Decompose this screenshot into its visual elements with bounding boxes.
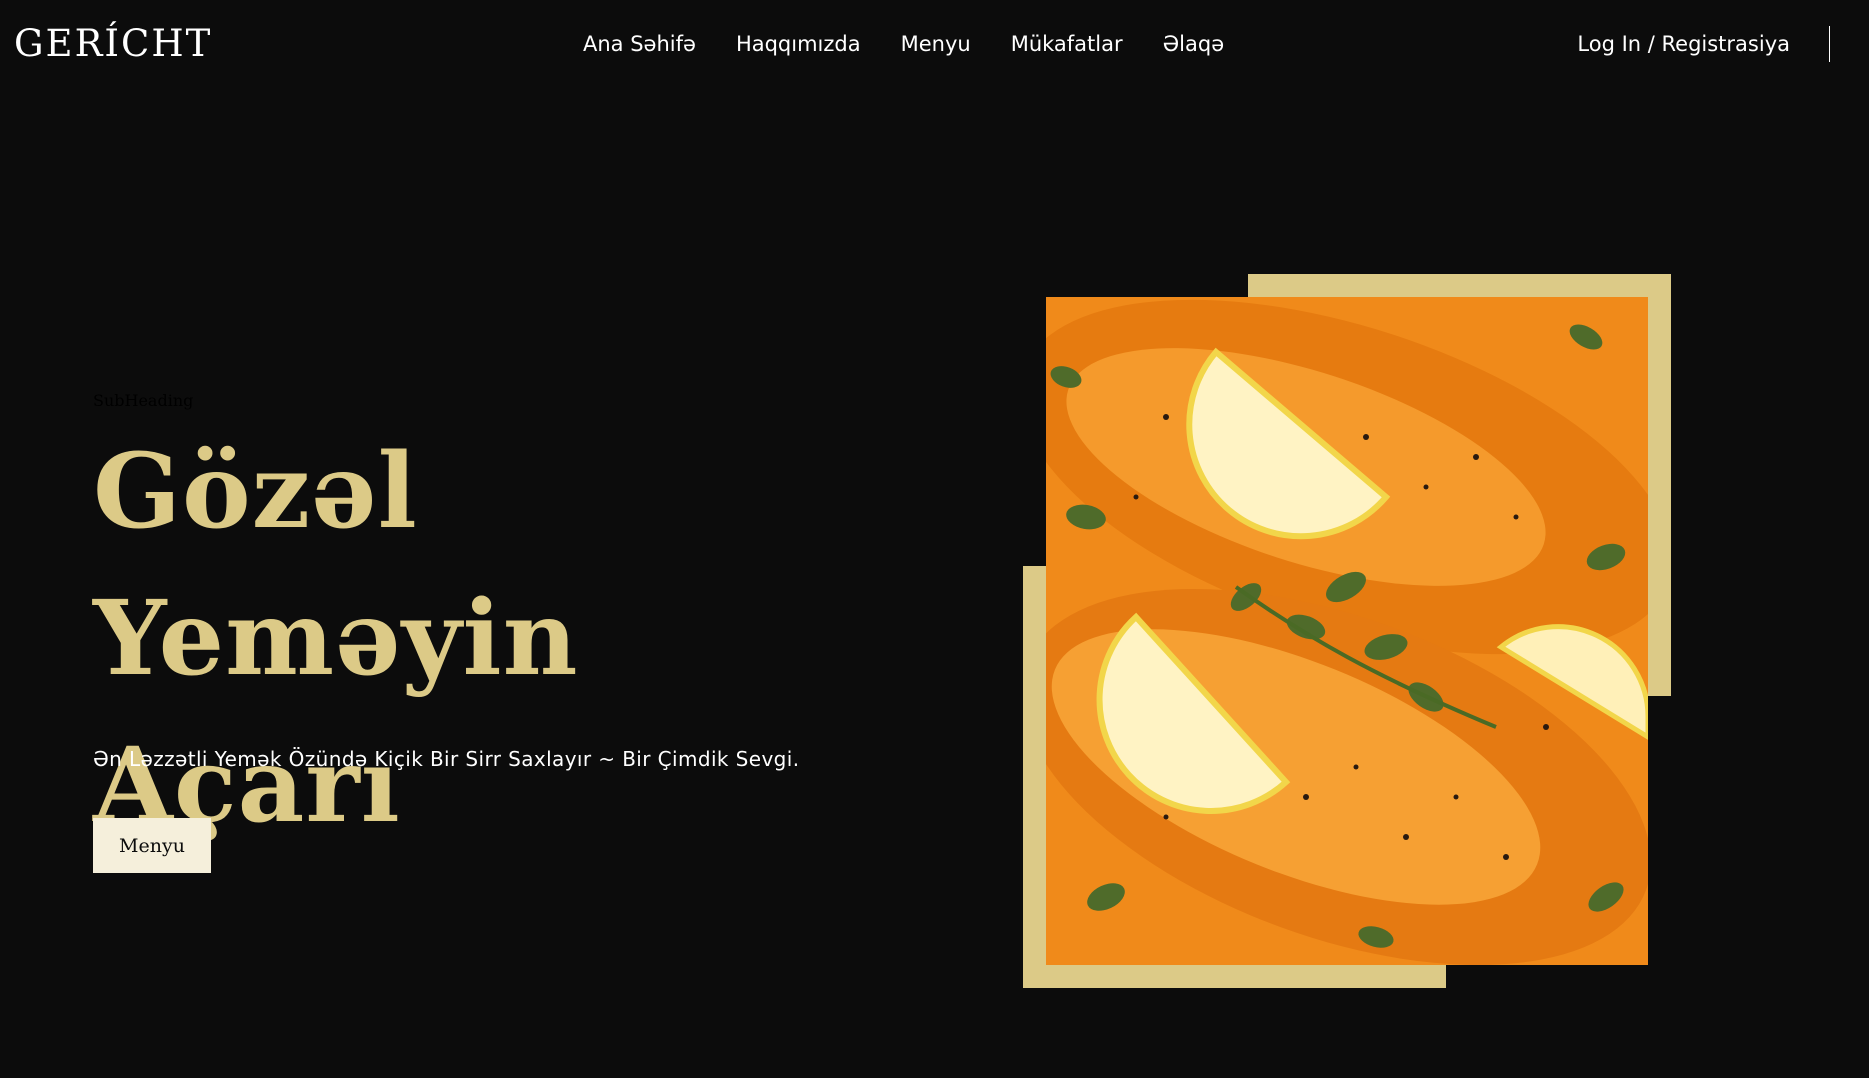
salmon-dish-illustration	[1046, 297, 1648, 965]
menu-button[interactable]: Menyu	[93, 818, 211, 873]
nav-item-awards[interactable]: Mükafatlar	[1011, 32, 1123, 56]
brand-logo[interactable]: GERÍCHT	[14, 22, 212, 65]
hero-title: Gözəl Yeməyin Açarı	[93, 418, 813, 859]
login-link[interactable]: Log In / Registrasiya	[1577, 32, 1810, 56]
nav-item-about[interactable]: Haqqımızda	[736, 32, 861, 56]
hero-tagline: Ən Ləzzətli Yemək Özündə Kiçik Bir Sirr …	[93, 747, 800, 771]
hero-subheading: SubHeading	[93, 391, 194, 410]
nav-item-contact[interactable]: Əlaqə	[1163, 32, 1224, 56]
nav-item-home[interactable]: Ana Səhifə	[583, 32, 696, 56]
hero-food-image	[1046, 297, 1648, 965]
hero-title-line1: Gözəl Yeməyin	[93, 431, 579, 699]
main-nav: Ana Səhifə Haqqımızda Menyu Mükafatlar Ə…	[583, 32, 1224, 56]
nav-divider	[1829, 26, 1830, 62]
nav-item-menu[interactable]: Menyu	[901, 32, 971, 56]
